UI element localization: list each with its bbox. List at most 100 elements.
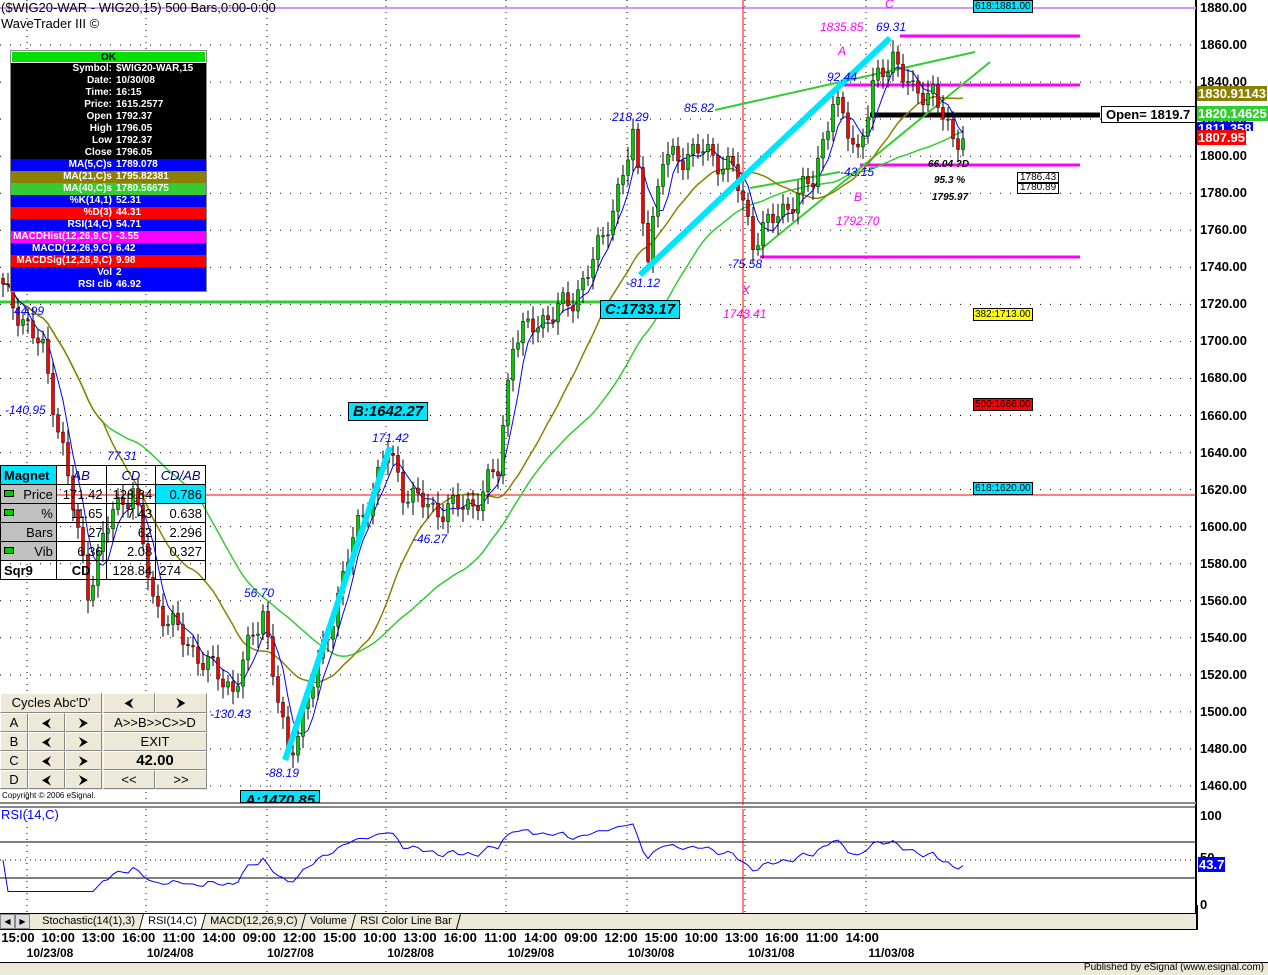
row-sqr9-label: Sqr9 — [0, 560, 57, 580]
row-pct-label[interactable]: % — [0, 503, 57, 523]
cycle-d-next-button[interactable]: ⮞ — [65, 770, 102, 789]
sequence-button[interactable]: A>>B>>C>>D — [103, 713, 207, 732]
candle — [276, 676, 280, 703]
tab-3[interactable]: Volume — [302, 914, 356, 929]
candle — [436, 502, 440, 518]
info-value: 1796.05 — [116, 123, 153, 134]
exit-button[interactable]: EXIT — [103, 732, 207, 751]
candle — [591, 259, 595, 278]
candle — [951, 118, 955, 140]
tabs-scroll-right-icon[interactable]: ▶ — [15, 914, 30, 929]
candle — [846, 112, 850, 139]
candle — [291, 752, 295, 756]
info-row: %D(3) 44.31 — [11, 207, 206, 219]
candle — [651, 215, 655, 262]
tabs-scroll-left-icon[interactable]: ◀ — [0, 914, 15, 929]
fib-618: 618:1620.00 — [973, 482, 1033, 495]
cycle-c-prev-button[interactable]: ⮜ — [28, 751, 65, 770]
time-axis: 15:00 10:00 13:00 16:00 11:00 14:00 09:00 12:00… — [0, 930, 1268, 963]
price-axis-label: 1760.00 — [1200, 222, 1247, 238]
info-value: 52.31 — [116, 195, 142, 206]
time-label: 16:00 — [443, 930, 477, 945]
cycle-b-prev-button[interactable]: ⮜ — [28, 732, 65, 751]
time-label: 09:00 — [242, 930, 276, 945]
candle — [261, 611, 265, 635]
tab-label: RSI Color Line Bar — [360, 915, 452, 927]
candle — [476, 505, 480, 511]
price-axis-label: 1620.00 — [1200, 481, 1247, 497]
cell: 128.84 — [105, 560, 157, 580]
info-row: Symbol: $WIG20-WAR,15 — [11, 63, 206, 75]
date-label: 10/31/08 — [747, 946, 795, 960]
cycle-prev-button[interactable]: ⮜ — [103, 693, 155, 713]
candle — [421, 492, 425, 508]
cell: 0.638 — [155, 503, 206, 523]
cycle-a-prev-button[interactable]: ⮜ — [28, 713, 65, 732]
time-label: 09:00 — [564, 930, 598, 945]
candle — [826, 131, 830, 140]
tab-2[interactable]: MACD(12,26,9,C) — [201, 914, 307, 929]
tab-0[interactable]: Stochastic(14(1),3) — [33, 914, 144, 929]
price-axis-label: 1700.00 — [1200, 333, 1247, 349]
price-axis-label: 1720.00 — [1200, 296, 1247, 312]
cycle-a-next-button[interactable]: ⮞ — [65, 713, 102, 732]
info-row: Close 1796.05 — [11, 147, 206, 159]
info-value: -3.55 — [116, 231, 139, 242]
row-price-label[interactable]: Price — [0, 484, 57, 504]
time-label: 10:00 — [684, 930, 719, 945]
candle — [781, 203, 785, 218]
candle — [526, 318, 530, 322]
wave-annotation: -140.95 — [5, 403, 46, 417]
candle — [51, 373, 55, 415]
candle — [31, 320, 35, 339]
cycle-value-field[interactable]: 42.00 — [103, 751, 207, 770]
candle — [451, 495, 455, 504]
cell: 11.65 — [55, 503, 107, 523]
chart-title: ($WIG20-WAR - WIG20,15) 500 Bars,0:00-0:… — [1, 0, 276, 15]
info-key: Low — [92, 135, 112, 146]
candle — [391, 453, 395, 456]
cycle-b-next-button[interactable]: ⮞ — [65, 732, 102, 751]
candle — [36, 337, 40, 344]
info-key: Symbol: — [72, 63, 112, 74]
forward-button[interactable]: >> — [155, 770, 207, 789]
back-button[interactable]: << — [103, 770, 155, 789]
candle — [236, 685, 240, 692]
row-vib-label[interactable]: Vib — [0, 541, 57, 561]
info-row: RSI clb 46.92 — [11, 279, 206, 291]
info-key: Close — [84, 147, 112, 158]
candle — [296, 736, 300, 756]
cycle-c-next-button[interactable]: ⮞ — [65, 751, 102, 770]
status-ok[interactable]: OK — [11, 51, 206, 63]
candle — [531, 318, 535, 333]
cycle-d-prev-button[interactable]: ⮜ — [28, 770, 65, 789]
candle — [756, 245, 760, 251]
info-key: Date: — [86, 75, 112, 86]
candle — [551, 319, 555, 323]
candle — [571, 305, 575, 312]
cell: 7.43 — [105, 503, 157, 523]
candle — [196, 646, 200, 664]
footer-credit: Published by eSignal (www.esignal.com) — [1083, 962, 1264, 973]
col-cdab: CD/AB — [155, 465, 206, 485]
time-label: 11:00 — [484, 930, 517, 945]
wave-annotation: 77.31 — [107, 449, 138, 463]
candle — [231, 681, 235, 692]
candle — [411, 487, 415, 503]
candle — [691, 144, 695, 155]
cycle-next-button[interactable]: ⮞ — [155, 693, 207, 713]
candle — [721, 168, 725, 175]
candle — [916, 80, 920, 94]
cell: 6.36 — [55, 541, 107, 561]
candle — [881, 67, 885, 78]
candle — [21, 319, 25, 326]
tab-1[interactable]: RSI(14,C) — [139, 914, 206, 929]
rsi-pane[interactable] — [0, 805, 1268, 913]
fib-500: 500:1666.00 — [973, 398, 1033, 411]
info-value: 1780.56675 — [116, 183, 169, 194]
wave-annotation: 171.42 — [372, 431, 409, 445]
tab-4[interactable]: RSI Color Line Bar — [351, 914, 461, 929]
price-axis-label: 1780.00 — [1200, 185, 1247, 201]
candle — [446, 503, 450, 522]
candle — [731, 155, 735, 165]
